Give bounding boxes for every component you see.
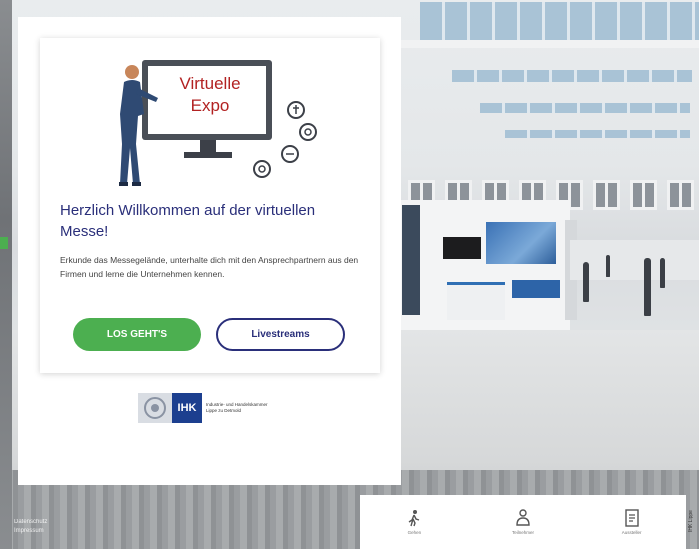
ihk-mark: IHK (172, 393, 202, 423)
booth-screen[interactable] (443, 237, 481, 259)
nav-item-exhibitors[interactable]: Aussteller (587, 497, 677, 547)
skylight-far (505, 130, 690, 138)
welcome-description: Erkunde das Messegelände, unterhalte dic… (60, 255, 359, 279)
person-icon (516, 509, 530, 526)
expo-title-line2: Expo (190, 96, 230, 115)
visitor-avatar[interactable] (606, 255, 610, 277)
booth-wall-panel (402, 205, 420, 315)
walk-icon (408, 510, 420, 527)
virtual-expo-illustration (119, 60, 317, 186)
left-edge (0, 0, 12, 549)
visitor-avatar[interactable] (583, 262, 589, 302)
side-note: IHK Lippe (688, 510, 694, 532)
livestreams-button[interactable]: Livestreams (216, 318, 345, 351)
visitor-avatar[interactable] (644, 258, 651, 316)
green-marker (0, 237, 8, 249)
ihk-logo: IHK Industrie- und Handelskammer Lippe z… (138, 393, 288, 423)
ihk-subtitle: Industrie- und Handelskammer Lippe zu De… (206, 402, 268, 413)
skylight-front (420, 2, 699, 40)
visitor-avatar[interactable] (660, 258, 665, 288)
bottom-navigation: Gehen Teilnehmer Aussteller (360, 495, 686, 549)
booth-banner (512, 280, 560, 298)
welcome-heading: Herzlich Willkommen auf der virtuellen M… (60, 202, 316, 240)
ihk-emblem-icon (138, 393, 172, 423)
skylight-middle (452, 70, 692, 82)
roof-beam (400, 40, 699, 48)
privacy-link[interactable]: Datenschutz (14, 518, 47, 527)
skylight-back (480, 103, 690, 113)
nav-label-walk: Gehen (407, 530, 422, 535)
booth-poster[interactable] (486, 222, 556, 264)
nav-item-walk[interactable]: Gehen (369, 497, 459, 547)
imprint-link[interactable]: Impressum (14, 527, 47, 536)
booth-desk (447, 282, 505, 320)
expo-title-line1: Virtuelle (179, 74, 241, 93)
nav-label-participants: Teilnehmer (511, 530, 534, 535)
document-icon (624, 509, 639, 527)
welcome-card: Virtuelle Expo Herzlich Willkommen auf d… (40, 38, 380, 373)
footer-links: Datenschutz Impressum (14, 518, 47, 536)
start-button[interactable]: LOS GEHT'S (73, 318, 201, 351)
far-booths (570, 240, 699, 280)
nav-item-participants[interactable]: Teilnehmer (478, 497, 568, 547)
nav-label-exhibitors: Aussteller (621, 530, 642, 535)
expo-screen-title: Virtuelle Expo (154, 73, 266, 117)
